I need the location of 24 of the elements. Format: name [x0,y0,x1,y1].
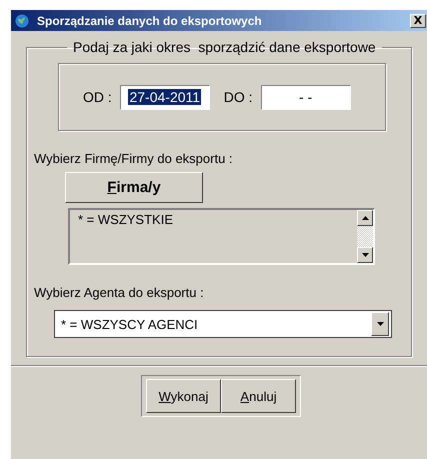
scroll-down-button[interactable] [357,247,373,263]
close-button[interactable]: X [410,14,426,28]
dropdown-button[interactable] [371,312,389,336]
date-label: OD : [83,89,112,105]
agent-dropdown[interactable]: * = WSZYSCY AGENCI [54,310,392,338]
date-label: DO : [224,89,253,105]
date-field[interactable]: 27-04-2011 [120,84,210,110]
globe-icon [15,14,29,28]
down-arrow-icon [362,253,368,257]
group-legend: Podaj za jaki okres sporządzić dane eksportowe [67,39,382,55]
up-arrow-icon [362,216,368,220]
list-item[interactable]: * = WSZYSTKIE [78,212,357,227]
dropdown-value: * = WSZYSCY AGENCI [60,316,199,332]
agent-label: Wybierz Agenta do eksportu : [34,285,205,300]
scrollbar[interactable] [357,210,373,263]
firms-label: Wybierz Firmę/Firmy do eksportu : [34,151,234,166]
execute-button[interactable]: Wykonaj [146,379,221,413]
firms-list[interactable]: * = WSZYSTKIE [68,208,375,265]
down-arrow-icon [376,322,384,326]
cancel-button[interactable]: Anuluj [221,379,296,413]
scroll-up-button[interactable] [357,210,373,226]
firms-button[interactable]: Firma/y [65,172,203,203]
window-title: Sporządzanie danych do eksportowych [37,14,263,28]
date-field[interactable]: - - [260,84,351,110]
